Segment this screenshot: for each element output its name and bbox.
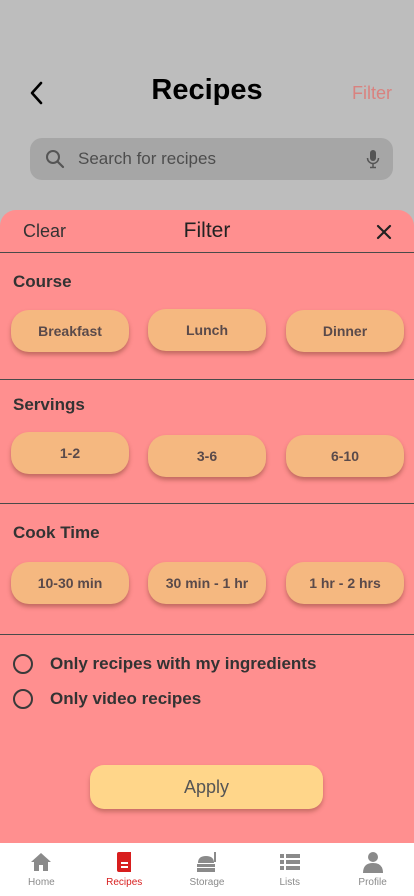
- microphone-icon[interactable]: [365, 148, 381, 170]
- cook-time-option-10-30-min[interactable]: 10-30 min: [11, 562, 129, 604]
- cook-time-option-1-2-hrs[interactable]: 1 hr - 2 hrs: [286, 562, 404, 604]
- recipe-book-icon: [114, 851, 134, 873]
- section-title-course: Course: [13, 272, 72, 291]
- tab-label: Profile: [358, 877, 387, 888]
- page-header: Recipes Filter: [0, 0, 414, 210]
- tab-label: Lists: [279, 877, 301, 888]
- filter-button[interactable]: Filter: [352, 83, 392, 104]
- close-icon: [376, 224, 392, 240]
- course-option-lunch[interactable]: Lunch: [148, 309, 266, 351]
- list-icon: [279, 851, 300, 873]
- tab-home[interactable]: Home: [0, 843, 83, 896]
- tab-profile[interactable]: Profile: [331, 843, 414, 896]
- servings-option-1-2[interactable]: 1-2: [11, 432, 129, 474]
- search-bar[interactable]: [30, 138, 393, 180]
- home-icon: [30, 851, 52, 873]
- profile-icon: [362, 851, 384, 873]
- section-title-cook-time: Cook Time: [13, 523, 100, 542]
- tab-bar: Home Recipes Storage Lists Profile: [0, 843, 414, 896]
- radio-button[interactable]: [13, 654, 33, 674]
- my-ingredients-label: Only recipes with my ingredients: [50, 654, 317, 673]
- close-button[interactable]: [374, 222, 394, 242]
- clear-button[interactable]: Clear: [23, 221, 66, 242]
- section-title-servings: Servings: [13, 395, 85, 414]
- servings-option-3-6[interactable]: 3-6: [148, 435, 266, 477]
- course-option-dinner[interactable]: Dinner: [286, 310, 404, 352]
- course-section: Course Breakfast Lunch Dinner: [0, 254, 414, 380]
- tab-label: Home: [28, 877, 55, 888]
- search-icon: [44, 148, 66, 170]
- apply-button[interactable]: Apply: [90, 765, 323, 809]
- radio-button[interactable]: [13, 689, 33, 709]
- servings-section: Servings 1-2 3-6 6-10: [0, 380, 414, 504]
- tab-storage[interactable]: Storage: [166, 843, 249, 896]
- tab-label: Storage: [189, 877, 225, 888]
- filter-sheet-header: Clear Filter: [0, 210, 414, 253]
- tab-label: Recipes: [106, 877, 143, 888]
- tab-lists[interactable]: Lists: [248, 843, 331, 896]
- storage-icon: [195, 851, 219, 873]
- course-option-breakfast[interactable]: Breakfast: [11, 310, 129, 352]
- video-recipes-label: Only video recipes: [50, 689, 202, 708]
- video-recipes-option[interactable]: Only video recipes: [13, 689, 201, 709]
- my-ingredients-option[interactable]: Only recipes with my ingredients: [13, 654, 316, 674]
- filter-sheet: Clear Filter Course Breakfast Lunch Dinn…: [0, 210, 414, 843]
- tab-recipes[interactable]: Recipes: [83, 843, 166, 896]
- servings-option-6-10[interactable]: 6-10: [286, 435, 404, 477]
- search-input[interactable]: [78, 149, 348, 169]
- cook-time-option-30-min-1-hr[interactable]: 30 min - 1 hr: [148, 562, 266, 604]
- cook-time-section: Cook Time 10-30 min 30 min - 1 hr 1 hr -…: [0, 504, 414, 635]
